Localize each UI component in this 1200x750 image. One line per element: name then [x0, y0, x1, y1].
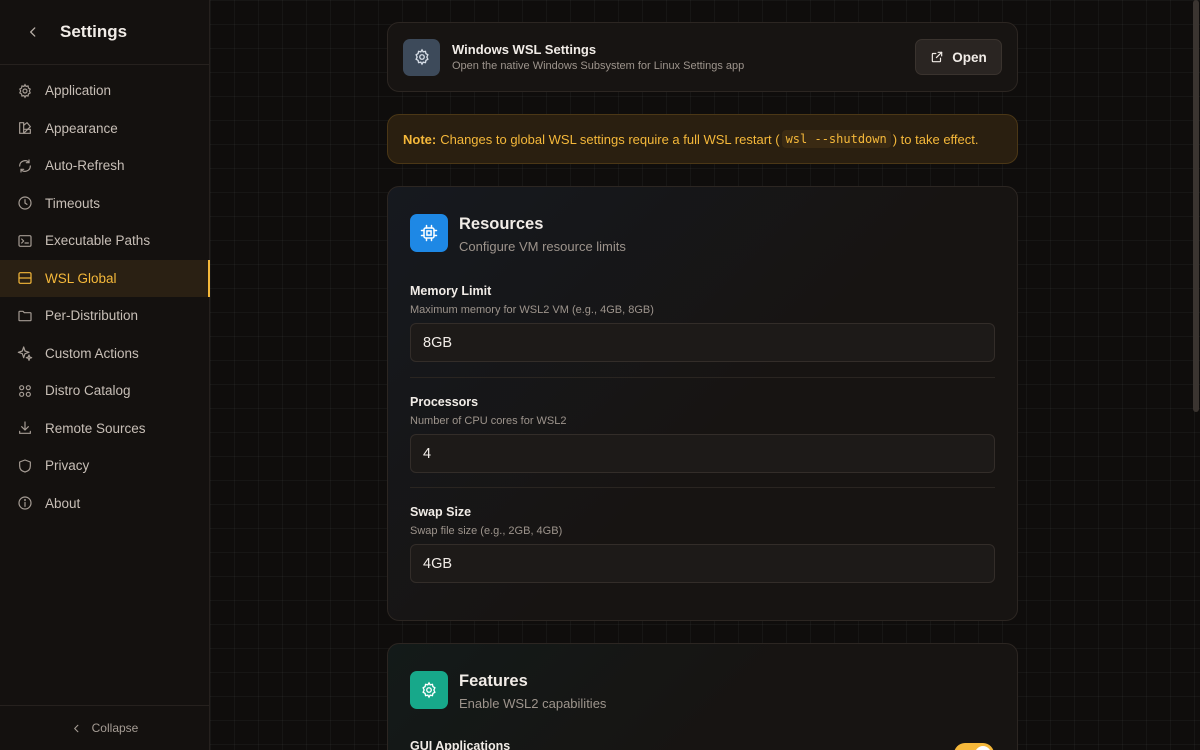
- sidebar-item-about[interactable]: About: [0, 485, 209, 523]
- collapse-label: Collapse: [91, 721, 139, 735]
- info-icon: [16, 495, 33, 512]
- terminal-icon: [16, 232, 33, 249]
- memory-limit-field: Memory Limit Maximum memory for WSL2 VM …: [410, 284, 995, 362]
- shutdown-command: wsl --shutdown: [781, 130, 891, 148]
- windows-wsl-settings-card: Windows WSL Settings Open the native Win…: [387, 22, 1018, 92]
- gui-applications-toggle[interactable]: [954, 743, 994, 750]
- sidebar-item-label: Remote Sources: [45, 420, 146, 436]
- gui-applications-label: GUI Applications: [410, 739, 511, 750]
- gear-icon: [410, 671, 448, 709]
- open-button[interactable]: Open: [915, 39, 1002, 75]
- features-header: Features Enable WSL2 capabilities: [410, 671, 606, 711]
- sidebar-item-label: Custom Actions: [45, 345, 139, 361]
- sidebar-item-label: Timeouts: [45, 195, 101, 211]
- sidebar-item-label: Appearance: [45, 120, 118, 136]
- sidebar-item-remote-sources[interactable]: Remote Sources: [0, 410, 209, 448]
- field-hint: Number of CPU cores for WSL2: [410, 415, 567, 427]
- refresh-icon: [16, 157, 33, 174]
- sidebar-item-wsl-global[interactable]: WSL Global: [0, 259, 210, 297]
- resources-text: Resources Configure VM resource limits: [459, 215, 626, 254]
- sidebar-item-label: About: [45, 495, 81, 511]
- resources-subtitle: Configure VM resource limits: [459, 239, 626, 254]
- sidebar-item-label: Privacy: [45, 458, 90, 474]
- swap-size-input[interactable]: 4GB: [410, 544, 995, 583]
- restart-note-banner: Note: Changes to global WSL settings req…: [387, 114, 1018, 164]
- wsl-settings-text: Windows WSL Settings Open the native Win…: [452, 42, 915, 72]
- sidebar-item-label: Distro Catalog: [45, 383, 131, 399]
- sidebar-title: Settings: [60, 22, 128, 41]
- features-subtitle: Enable WSL2 capabilities: [459, 696, 607, 711]
- chevron-left-icon: [73, 724, 79, 732]
- field-hint: Maximum memory for WSL2 VM (e.g., 4GB, 8…: [410, 304, 654, 316]
- gear-icon: [16, 82, 33, 99]
- sidebar-header: Settings: [0, 0, 209, 65]
- sidebar-item-label: Executable Paths: [45, 233, 151, 249]
- features-text: Features Enable WSL2 capabilities: [459, 672, 606, 711]
- grid-icon: [16, 382, 33, 399]
- sparkles-icon: [16, 345, 33, 362]
- divider: [410, 487, 995, 488]
- open-label: Open: [952, 49, 987, 65]
- app-window: Settings Application Appearance Auto-Ref…: [0, 0, 1200, 750]
- shield-icon: [16, 457, 33, 474]
- settings-nav: Application Appearance Auto-Refresh Time…: [0, 65, 210, 523]
- swap-size-field: Swap Size Swap file size (e.g., 2GB, 4GB…: [410, 505, 995, 583]
- sidebar-item-executable-paths[interactable]: Executable Paths: [0, 222, 209, 260]
- collapse-button[interactable]: Collapse: [0, 705, 209, 750]
- sidebar-item-distro-catalog[interactable]: Distro Catalog: [0, 372, 209, 410]
- sidebar-item-custom-actions[interactable]: Custom Actions: [0, 335, 209, 373]
- processors-input[interactable]: 4: [410, 434, 995, 473]
- memory-limit-input[interactable]: 8GB: [410, 323, 995, 362]
- wsl-settings-subtitle: Open the native Windows Subsystem for Li…: [452, 60, 745, 72]
- download-icon: [16, 420, 33, 437]
- sidebar-item-application[interactable]: Application: [0, 72, 209, 110]
- clock-icon: [16, 195, 33, 212]
- sidebar-item-per-distribution[interactable]: Per-Distribution: [0, 297, 209, 335]
- sidebar-item-appearance[interactable]: Appearance: [0, 110, 209, 148]
- server-icon: [16, 270, 33, 287]
- field-label: Swap Size: [410, 505, 472, 519]
- sidebar-item-label: Per-Distribution: [45, 308, 139, 324]
- palette-icon: [16, 120, 33, 137]
- processors-field: Processors Number of CPU cores for WSL2 …: [410, 395, 995, 473]
- resources-card: Resources Configure VM resource limits M…: [387, 186, 1018, 621]
- scrollbar[interactable]: [1193, 0, 1199, 412]
- features-title: Features: [459, 672, 528, 690]
- sidebar-item-label: WSL Global: [45, 270, 117, 286]
- chevron-left-icon: [30, 27, 36, 37]
- sidebar-item-label: Auto-Refresh: [45, 158, 125, 174]
- folder-icon: [16, 307, 33, 324]
- note-prefix: Note:: [403, 131, 437, 147]
- gear-icon: [403, 38, 440, 76]
- field-hint: Swap file size (e.g., 2GB, 4GB): [410, 525, 563, 537]
- features-card: Features Enable WSL2 capabilities GUI Ap…: [387, 643, 1018, 750]
- wsl-settings-title: Windows WSL Settings: [452, 42, 597, 57]
- external-link-icon: [931, 51, 943, 63]
- back-button[interactable]: [22, 21, 44, 43]
- resources-header: Resources Configure VM resource limits: [410, 214, 626, 254]
- cpu-icon: [410, 214, 448, 252]
- main-content: Windows WSL Settings Open the native Win…: [210, 0, 1200, 750]
- sidebar-item-label: Application: [45, 83, 112, 99]
- sidebar-item-auto-refresh[interactable]: Auto-Refresh: [0, 147, 209, 185]
- note-text-end: ) to take effect.: [892, 131, 979, 147]
- resources-title: Resources: [459, 215, 544, 233]
- divider: [410, 377, 995, 378]
- field-label: Processors: [410, 395, 479, 409]
- field-label: Memory Limit: [410, 284, 492, 298]
- sidebar-item-privacy[interactable]: Privacy: [0, 447, 209, 485]
- sidebar: Settings Application Appearance Auto-Ref…: [0, 0, 210, 750]
- sidebar-item-timeouts[interactable]: Timeouts: [0, 185, 209, 223]
- note-text: Changes to global WSL settings require a…: [440, 131, 780, 147]
